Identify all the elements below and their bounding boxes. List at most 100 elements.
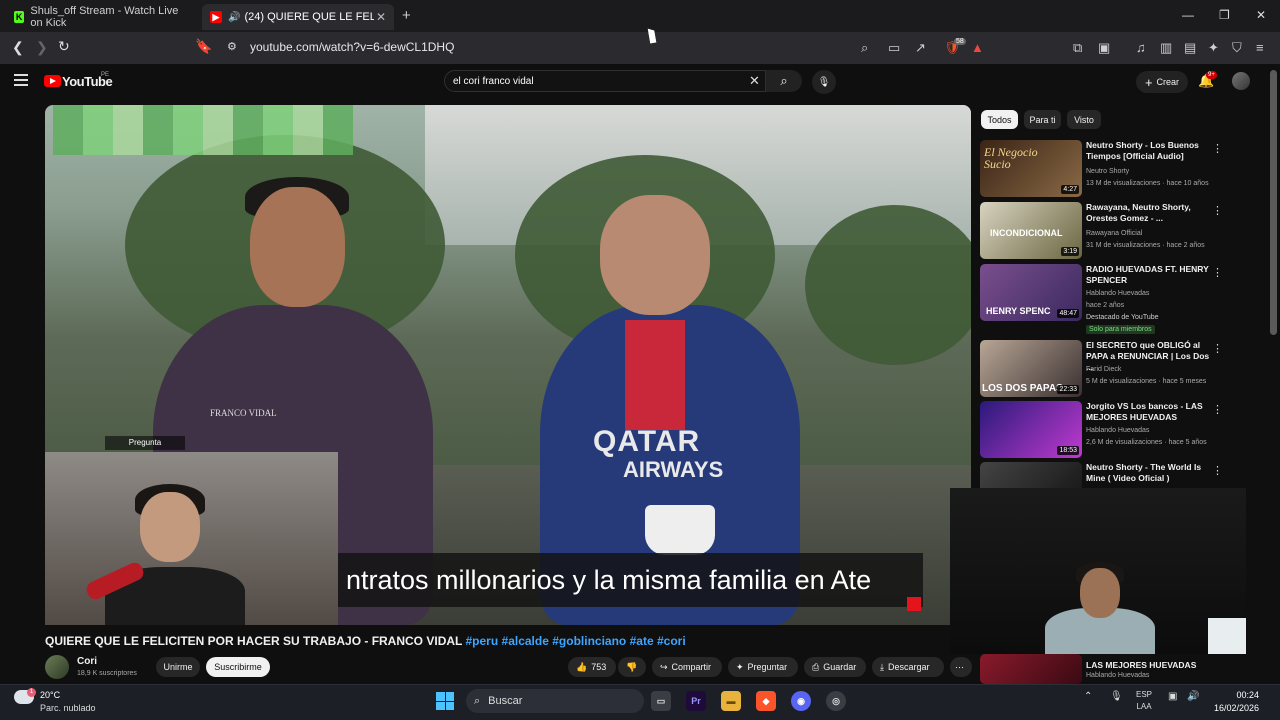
recommendation-item[interactable]: INCONDICIONAL 3:19 Rawayana, Neutro Shor… [980, 202, 1270, 260]
address-bar[interactable]: youtube.com/watch?v=6-dewCL1DHQ [250, 40, 454, 54]
task-view-icon[interactable]: ▭ [651, 691, 671, 711]
site-info-icon[interactable]: ⚙ [227, 40, 237, 53]
new-tab-button[interactable]: + [402, 7, 411, 24]
chip-watched[interactable]: Visto [1067, 110, 1101, 129]
menu-icon[interactable]: ≡ [1256, 40, 1264, 55]
tab-youtube[interactable]: ▶ 🔊 (24) QUIERE QUE LE FELICITEN ✕ [202, 4, 394, 30]
dislike-button[interactable]: 👎 [618, 657, 646, 677]
maximize-button[interactable]: ❐ [1219, 8, 1230, 22]
file-explorer-icon[interactable]: ▬ [721, 691, 741, 711]
recommendation-channel[interactable]: Hablando Huevadas [1086, 672, 1149, 679]
leo-ai-icon[interactable]: ✦ [1208, 40, 1219, 56]
vpn-icon[interactable]: ▤ [1184, 40, 1196, 56]
minimize-button[interactable]: — [1182, 8, 1194, 22]
more-options-icon[interactable]: ⋮ [1212, 142, 1223, 155]
clear-search-icon[interactable]: ✕ [749, 73, 760, 89]
discord-icon[interactable]: ◉ [791, 691, 811, 711]
more-options-icon[interactable]: ⋮ [1212, 266, 1223, 279]
windows-start-icon[interactable] [436, 692, 454, 710]
bookmark-icon[interactable]: 🔖 [195, 38, 212, 55]
subscribe-button[interactable]: Suscribirme [206, 657, 270, 677]
recommendation-title[interactable]: Neutro Shorty - Los Buenos Tiempos [Offi… [1086, 140, 1211, 162]
video-thumbnail[interactable]: El Negocio Sucio 4:27 [980, 140, 1082, 197]
reload-button[interactable]: ↻ [58, 38, 70, 55]
recommendation-channel[interactable]: Hablando Huevadas [1086, 290, 1149, 297]
share-button[interactable]: ↪ Compartir [652, 657, 722, 677]
recommendation-item[interactable]: El Negocio Sucio 4:27 Neutro Shorty - Lo… [980, 140, 1270, 198]
media-icon[interactable]: ♫ [1136, 40, 1146, 55]
back-button[interactable]: ❮ [12, 39, 24, 56]
more-actions-button[interactable]: ⋯ [950, 657, 972, 677]
video-thumbnail[interactable] [980, 654, 1082, 684]
obs-icon[interactable]: ◎ [826, 691, 846, 711]
ask-button[interactable]: ✦ Preguntar [728, 657, 798, 677]
hashtag-link[interactable]: #peru [465, 634, 498, 648]
recommendation-channel[interactable]: Farid Dieck [1086, 366, 1121, 373]
system-clock[interactable]: 00:24 16/02/2026 [1214, 689, 1259, 715]
hashtag-link[interactable]: #alcalde [502, 634, 549, 648]
brave-rewards-icon[interactable]: ▲ [971, 40, 984, 55]
zoom-icon[interactable]: ⌕ [861, 40, 868, 56]
more-options-icon[interactable]: ⋮ [1212, 464, 1223, 477]
more-options-icon[interactable]: ⋮ [1212, 342, 1223, 355]
more-options-icon[interactable]: ⋮ [1212, 403, 1223, 416]
close-tab-icon[interactable]: ✕ [376, 10, 386, 24]
recommendation-title[interactable]: Rawayana, Neutro Shorty, Orestes Gomez -… [1086, 202, 1211, 224]
download-button[interactable]: ⤓ Descargar [872, 657, 944, 677]
language-indicator[interactable]: ESP LAA [1136, 689, 1152, 713]
tab-kick[interactable]: K Shuls_off Stream - Watch Live on Kick [6, 4, 200, 30]
hashtag-link[interactable]: #ate [630, 634, 654, 648]
recommendation-item[interactable]: LOS DOS PAPAS 22:33 El SECRETO que OBLIG… [980, 340, 1270, 398]
cast-icon[interactable]: ▭ [888, 40, 900, 56]
save-button[interactable]: ⎙ Guardar [804, 657, 866, 677]
recommendation-title[interactable]: Jorgito VS Los bancos - LAS MEJORES HUEV… [1086, 401, 1211, 423]
premiere-pro-icon[interactable]: Pr [686, 691, 706, 711]
like-button[interactable]: 👍 753 [568, 657, 616, 677]
video-thumbnail[interactable] [980, 462, 1082, 488]
recommendation-title[interactable]: LAS MEJORES HUEVADAS [1086, 660, 1211, 671]
voice-search-button[interactable]: 🎙 [812, 70, 836, 94]
microphone-tray-icon[interactable]: 🎙 [1110, 691, 1123, 702]
join-button[interactable]: Unirme [156, 657, 200, 677]
search-button[interactable]: ⌕ [766, 70, 802, 92]
account-avatar[interactable] [1232, 72, 1250, 90]
taskbar-search[interactable]: ⌕ Buscar [466, 689, 644, 713]
recommendation-item[interactable]: Neutro Shorty - The World Is Mine ( Vide… [980, 462, 1270, 488]
chip-all[interactable]: Todos [981, 110, 1018, 129]
video-thumbnail[interactable]: LOS DOS PAPAS 22:33 [980, 340, 1082, 397]
show-hidden-icons[interactable]: ⌃ [1084, 691, 1092, 702]
page-scrollbar[interactable] [1270, 70, 1277, 335]
channel-name[interactable]: Cori [77, 656, 97, 667]
video-thumbnail[interactable]: 18:53 [980, 401, 1082, 458]
recommendation-item[interactable]: 18:53 Jorgito VS Los bancos - LAS MEJORE… [980, 401, 1270, 459]
chip-for-you[interactable]: Para ti [1024, 110, 1061, 129]
volume-icon[interactable]: 🔊 [1187, 691, 1199, 702]
channel-avatar[interactable] [45, 655, 69, 679]
hashtag-link[interactable]: #cori [657, 634, 686, 648]
recommendation-item[interactable]: LAS MEJORES HUEVADAS Hablando Huevadas [980, 654, 1270, 684]
hamburger-menu-icon[interactable] [14, 74, 28, 86]
share-icon[interactable]: ↗ [915, 40, 926, 56]
video-thumbnail[interactable]: INCONDICIONAL 3:19 [980, 202, 1082, 259]
recommendation-item[interactable]: HENRY SPENC 48:47 RADIO HUEVADAS FT. HEN… [980, 264, 1270, 334]
forward-button[interactable]: ❯ [36, 39, 48, 56]
weather-description[interactable]: Parc. nublado [40, 703, 96, 713]
more-options-icon[interactable]: ⋮ [1212, 204, 1223, 217]
brave-browser-icon[interactable]: ◆ [756, 691, 776, 711]
network-icon[interactable]: ▣ [1168, 691, 1177, 702]
close-window-button[interactable]: ✕ [1256, 8, 1266, 22]
sidebar-icon[interactable]: ▥ [1160, 40, 1172, 56]
brave-shield-toolbar-icon[interactable]: ⛉ [1232, 40, 1242, 56]
hashtag-link[interactable]: #goblinciano [552, 634, 626, 648]
extensions-icon[interactable]: ⧉ [1073, 40, 1082, 56]
recommendation-title[interactable]: RADIO HUEVADAS FT. HENRY SPENCER [1086, 264, 1211, 286]
weather-temperature[interactable]: 20°C [40, 690, 60, 700]
youtube-logo-icon[interactable] [44, 75, 61, 87]
create-button[interactable]: + Crear [1136, 71, 1188, 93]
video-thumbnail[interactable]: HENRY SPENC 48:47 [980, 264, 1082, 321]
recommendation-channel[interactable]: Hablando Huevadas [1086, 427, 1149, 434]
search-value[interactable]: el cori franco vidal [453, 76, 534, 87]
wallet-icon[interactable]: ▣ [1098, 40, 1110, 56]
recommendation-title[interactable]: Neutro Shorty - The World Is Mine ( Vide… [1086, 462, 1211, 484]
recommendation-channel[interactable]: Rawayana Official [1086, 230, 1142, 237]
